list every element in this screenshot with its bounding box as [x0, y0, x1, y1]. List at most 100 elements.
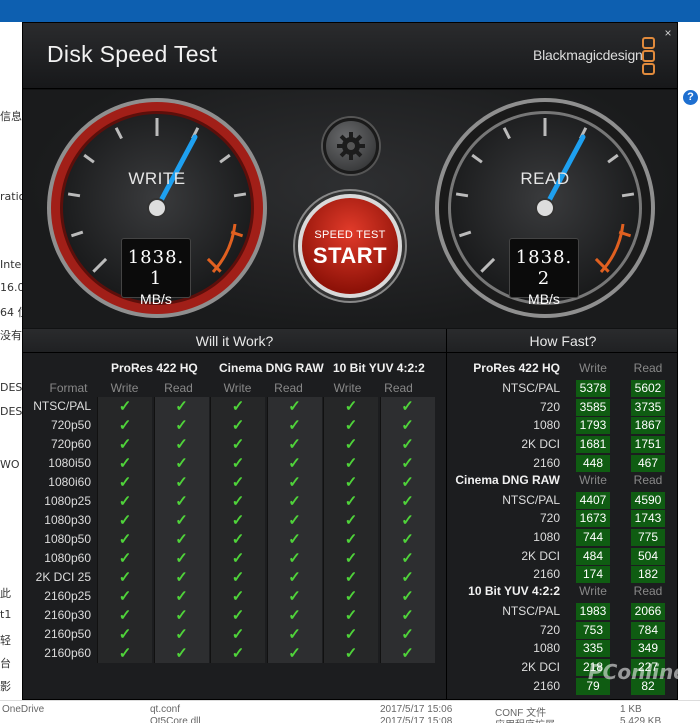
- compat-cell: ✓: [323, 568, 378, 587]
- format-label: 1080i60: [48, 475, 91, 489]
- background-text-fragment: 64 位: [0, 306, 24, 319]
- check-icon: ✓: [175, 436, 188, 453]
- check-icon: ✓: [175, 398, 188, 415]
- compat-cell: ✓: [323, 435, 378, 454]
- background-text-fragment: 轻: [0, 634, 11, 647]
- check-icon: ✓: [344, 626, 358, 643]
- compat-cell: ✓: [153, 511, 209, 530]
- disk-speed-test-window: Disk Speed Test Blackmagicdesign × WRITE…: [22, 22, 678, 700]
- how-fast-row: 1080 1793 1867: [447, 416, 677, 435]
- compat-cell: ✓: [153, 568, 209, 587]
- how-fast-write-header: Write: [579, 361, 607, 375]
- read-readout: 1838. 2 MB/s: [509, 238, 579, 307]
- will-it-work-row: 720p60 ✓ ✓ ✓ ✓ ✓ ✓: [29, 435, 443, 454]
- compat-cell: ✓: [97, 549, 152, 568]
- gear-icon: [337, 132, 365, 160]
- how-fast-write-value: 484: [576, 547, 610, 565]
- read-speed-value: 1838. 2: [515, 247, 573, 289]
- compat-cell: ✓: [323, 530, 378, 549]
- check-icon: ✓: [118, 436, 132, 453]
- how-fast-format: NTSC/PAL: [502, 492, 560, 507]
- check-icon: ✓: [288, 417, 301, 434]
- check-icon: ✓: [231, 550, 245, 567]
- check-icon: ✓: [118, 493, 132, 510]
- check-icon: ✓: [231, 531, 245, 548]
- how-fast-read-value: 467: [631, 454, 665, 472]
- check-icon: ✓: [288, 474, 301, 491]
- will-it-work-row: 720p50 ✓ ✓ ✓ ✓ ✓ ✓: [29, 416, 443, 435]
- compat-cell: ✓: [266, 644, 322, 663]
- settings-gear-button[interactable]: [323, 118, 379, 174]
- gauge-tick: [455, 192, 469, 198]
- compat-cell: ✓: [97, 511, 152, 530]
- compat-cell: ✓: [210, 454, 265, 473]
- background-text-fragment: WO: [0, 458, 20, 471]
- check-icon: ✓: [401, 493, 414, 510]
- how-fast-read-value: 2066: [631, 603, 665, 620]
- check-icon: ✓: [288, 398, 301, 415]
- check-icon: ✓: [118, 569, 132, 586]
- check-icon: ✓: [118, 626, 132, 643]
- background-window-right: [678, 22, 700, 723]
- check-icon: ✓: [175, 588, 188, 605]
- how-fast-format: 720: [539, 622, 560, 637]
- check-icon: ✓: [175, 417, 188, 434]
- will-it-work-write-header: Write: [110, 381, 139, 395]
- will-it-work-row: NTSC/PAL ✓ ✓ ✓ ✓ ✓ ✓: [29, 397, 443, 416]
- compat-cell: ✓: [210, 606, 265, 625]
- compat-cell: ✓: [266, 435, 322, 454]
- compat-cell: ✓: [97, 435, 152, 454]
- check-icon: ✓: [401, 436, 414, 453]
- compat-cell: ✓: [379, 435, 435, 454]
- how-fast-group-header: 10 Bit YUV 4:2:2: [468, 584, 560, 598]
- speed-test-start-button[interactable]: SPEED TEST START: [298, 194, 402, 298]
- how-fast-read-value: 349: [631, 640, 665, 658]
- background-window-titlebar: [0, 0, 700, 22]
- title-bar: Disk Speed Test Blackmagicdesign ×: [23, 23, 677, 89]
- format-label: 2160p50: [44, 627, 91, 641]
- compat-cell: ✓: [379, 587, 435, 606]
- how-fast-read-value: 182: [631, 566, 665, 584]
- check-icon: ✓: [175, 474, 188, 491]
- help-icon[interactable]: ?: [683, 90, 698, 105]
- check-icon: ✓: [288, 531, 301, 548]
- how-fast-write-value: 5378: [576, 380, 610, 397]
- how-fast-write-value: 4407: [576, 491, 610, 509]
- format-label: 2160p25: [44, 589, 91, 603]
- check-icon: ✓: [344, 455, 358, 472]
- write-gauge: WRITE 1838. 1 MB/s: [45, 96, 269, 320]
- check-icon: ✓: [401, 398, 414, 415]
- compat-cell: ✓: [379, 568, 435, 587]
- check-icon: ✓: [231, 569, 245, 586]
- compat-cell: ✓: [323, 473, 378, 492]
- compat-cell: ✓: [210, 530, 265, 549]
- compat-cell: ✓: [210, 511, 265, 530]
- onedrive-label[interactable]: OneDrive: [2, 704, 44, 715]
- how-fast-group-header: ProRes 422 HQ: [473, 361, 560, 375]
- compat-cell: ✓: [379, 416, 435, 435]
- write-speed-unit: MB/s: [140, 291, 172, 307]
- compat-cell: ✓: [97, 492, 152, 511]
- how-fast-read-header: Read: [633, 361, 663, 375]
- background-file-name: qt.conf: [150, 704, 181, 715]
- check-icon: ✓: [231, 512, 245, 529]
- check-icon: ✓: [288, 588, 301, 605]
- compat-cell: ✓: [153, 473, 209, 492]
- compat-cell: ✓: [266, 606, 322, 625]
- check-icon: ✓: [118, 645, 132, 662]
- check-icon: ✓: [344, 512, 358, 529]
- how-fast-format: NTSC/PAL: [502, 604, 560, 618]
- close-button[interactable]: ×: [661, 26, 675, 40]
- how-fast-format: 1080: [533, 418, 560, 433]
- format-label: 1080i50: [48, 456, 91, 470]
- check-icon: ✓: [231, 436, 245, 453]
- background-file-date: 2017/5/17 15:06: [380, 704, 453, 715]
- how-fast-read-value: 1751: [631, 436, 665, 454]
- compat-cell: ✓: [153, 625, 209, 644]
- compat-cell: ✓: [379, 606, 435, 625]
- how-fast-row: 720 753 784: [447, 621, 677, 640]
- read-gauge: READ 1838. 2 MB/s: [433, 96, 657, 320]
- check-icon: ✓: [231, 626, 245, 643]
- compat-cell: ✓: [210, 549, 265, 568]
- compat-cell: ✓: [153, 397, 209, 416]
